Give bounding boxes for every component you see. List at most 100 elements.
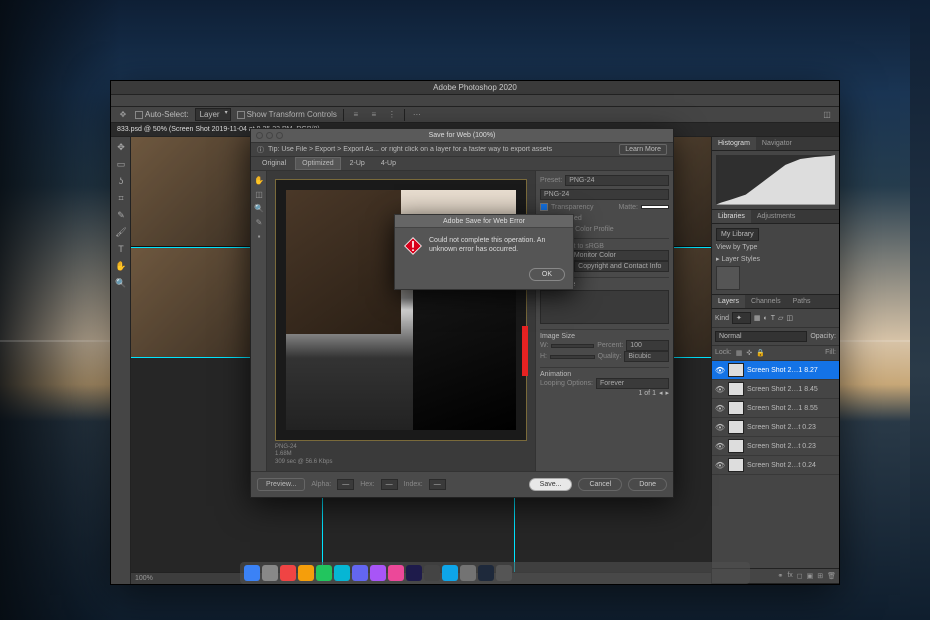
tab-navigator[interactable]: Navigator [756, 137, 798, 150]
cancel-button[interactable]: Cancel [578, 478, 622, 491]
3d-mode-icon[interactable]: ◫ [821, 109, 833, 121]
preview-button[interactable]: Preview... [257, 478, 305, 491]
auto-select-mode-dropdown[interactable]: Layer [195, 108, 231, 121]
next-frame-icon[interactable]: ▸ [665, 389, 669, 397]
view-by-dropdown[interactable]: View by Type [716, 244, 835, 251]
delete-layer-icon[interactable]: 🗑 [827, 572, 836, 580]
dock-app-icon[interactable] [370, 565, 386, 581]
percent-field[interactable]: 100 [626, 340, 669, 351]
tab-original[interactable]: Original [255, 157, 293, 170]
library-group[interactable]: ▸ Layer Styles [716, 255, 835, 263]
lock-all-icon[interactable]: 🔒 [756, 349, 765, 357]
zoom-tool-icon[interactable]: 🔍 [253, 202, 265, 214]
transparency-checkbox[interactable] [540, 203, 548, 211]
zoom-tool-icon[interactable]: 🔍 [113, 275, 129, 291]
looping-dropdown[interactable]: Forever [596, 378, 669, 389]
new-group-icon[interactable]: ▣ [807, 572, 814, 580]
slice-tool-icon[interactable]: ◫ [253, 188, 265, 200]
layer-row[interactable]: 👁Screen Shot 2…1 8.45 [712, 380, 839, 399]
preview-dropdown[interactable]: Monitor Color [570, 250, 669, 261]
filter-adjust-icon[interactable]: ◐ [764, 315, 768, 322]
move-tool-icon[interactable]: ✥ [113, 139, 129, 155]
tab-libraries[interactable]: Libraries [712, 210, 751, 223]
eyedropper-tool-icon[interactable]: ✎ [113, 207, 129, 223]
hand-tool-icon[interactable]: ✋ [253, 174, 265, 186]
save-button[interactable]: Save... [529, 478, 573, 491]
auto-select-checkbox[interactable]: Auto-Select: [135, 110, 189, 119]
dock-app-icon[interactable] [388, 565, 404, 581]
dock-app-icon[interactable] [262, 565, 278, 581]
layer-row[interactable]: 👁Screen Shot 2…1 8.55 [712, 399, 839, 418]
matte-swatch[interactable] [641, 205, 669, 209]
dock-app-icon[interactable] [280, 565, 296, 581]
tab-channels[interactable]: Channels [745, 295, 787, 308]
prev-frame-icon[interactable]: ◂ [659, 389, 663, 397]
library-item[interactable] [716, 266, 740, 290]
filter-type-icon[interactable]: T [771, 315, 775, 322]
visibility-icon[interactable]: 👁 [715, 422, 725, 432]
hand-tool-icon[interactable]: ✋ [113, 258, 129, 274]
quality-dropdown[interactable]: Bicubic [624, 351, 669, 362]
kind-filter-dropdown[interactable]: ✦ [732, 312, 751, 324]
tab-adjustments[interactable]: Adjustments [751, 210, 802, 223]
visibility-icon[interactable]: 👁 [715, 460, 725, 470]
dock-app-icon[interactable] [442, 565, 458, 581]
app-menubar[interactable] [111, 95, 839, 107]
metadata-dropdown[interactable]: Copyright and Contact Info [574, 261, 669, 272]
layer-row[interactable]: 👁Screen Shot 2…t 0.24 [712, 456, 839, 475]
filter-pixel-icon[interactable]: ▦ [754, 314, 761, 322]
dock-app-icon[interactable] [334, 565, 350, 581]
crop-tool-icon[interactable]: ⌗ [113, 190, 129, 206]
layer-row[interactable]: 👁Screen Shot 2…1 8.27 [712, 361, 839, 380]
macos-dock[interactable] [240, 562, 750, 584]
visibility-icon[interactable]: 👁 [715, 365, 725, 375]
align-icon[interactable]: ≡ [368, 109, 380, 121]
filter-smart-icon[interactable]: ◫ [786, 314, 793, 322]
dock-trash-icon[interactable] [496, 565, 512, 581]
visibility-icon[interactable]: 👁 [715, 441, 725, 451]
dock-app-icon[interactable] [460, 565, 476, 581]
new-layer-icon[interactable]: ⊞ [817, 572, 823, 580]
tab-layers[interactable]: Layers [712, 295, 745, 308]
show-transform-checkbox[interactable]: Show Transform Controls [237, 110, 337, 119]
link-layers-icon[interactable]: ⚭ [777, 572, 783, 580]
lock-position-icon[interactable]: ✜ [746, 349, 752, 357]
my-library-dropdown[interactable]: My Library [716, 228, 759, 241]
preset-dropdown[interactable]: PNG-24 [565, 175, 669, 186]
lock-pixels-icon[interactable]: ▦ [736, 349, 743, 357]
dock-photoshop-icon[interactable] [406, 565, 422, 581]
blend-mode-dropdown[interactable]: Normal [715, 331, 807, 342]
learn-more-button[interactable]: Learn More [619, 144, 667, 155]
layer-row[interactable]: 👁Screen Shot 2…t 0.23 [712, 437, 839, 456]
dock-app-icon[interactable] [478, 565, 494, 581]
layer-mask-icon[interactable]: ◻ [797, 572, 803, 580]
eyedropper-tool-icon[interactable]: ✎ [253, 216, 265, 228]
align-icon[interactable]: ≡ [350, 109, 362, 121]
color-swatch-icon[interactable]: ▪ [253, 230, 265, 242]
filter-shape-icon[interactable]: ▱ [778, 314, 783, 322]
tab-optimized[interactable]: Optimized [295, 157, 341, 170]
marquee-tool-icon[interactable]: ▭ [113, 156, 129, 172]
visibility-icon[interactable]: 👁 [715, 403, 725, 413]
height-field[interactable] [550, 355, 595, 359]
tab-2up[interactable]: 2-Up [343, 157, 372, 170]
dock-finder-icon[interactable] [244, 565, 260, 581]
lasso-tool-icon[interactable]: ʖ [113, 173, 129, 189]
dock-app-icon[interactable] [316, 565, 332, 581]
tab-paths[interactable]: Paths [787, 295, 817, 308]
layer-style-icon[interactable]: fx [787, 572, 792, 580]
tab-4up[interactable]: 4-Up [374, 157, 403, 170]
dock-app-icon[interactable] [424, 565, 440, 581]
layer-row[interactable]: 👁Screen Shot 2…t 0.23 [712, 418, 839, 437]
sfw-titlebar[interactable]: Save for Web (100%) [251, 129, 673, 143]
width-field[interactable] [551, 344, 594, 348]
dock-app-icon[interactable] [298, 565, 314, 581]
distribute-icon[interactable]: ⋮ [386, 109, 398, 121]
color-table[interactable] [540, 290, 669, 324]
brush-tool-icon[interactable]: 🖌 [113, 224, 129, 240]
format-dropdown[interactable]: PNG-24 [540, 189, 669, 200]
done-button[interactable]: Done [628, 478, 667, 491]
more-icon[interactable]: ⋯ [411, 109, 423, 121]
type-tool-icon[interactable]: T [113, 241, 129, 257]
dock-app-icon[interactable] [352, 565, 368, 581]
